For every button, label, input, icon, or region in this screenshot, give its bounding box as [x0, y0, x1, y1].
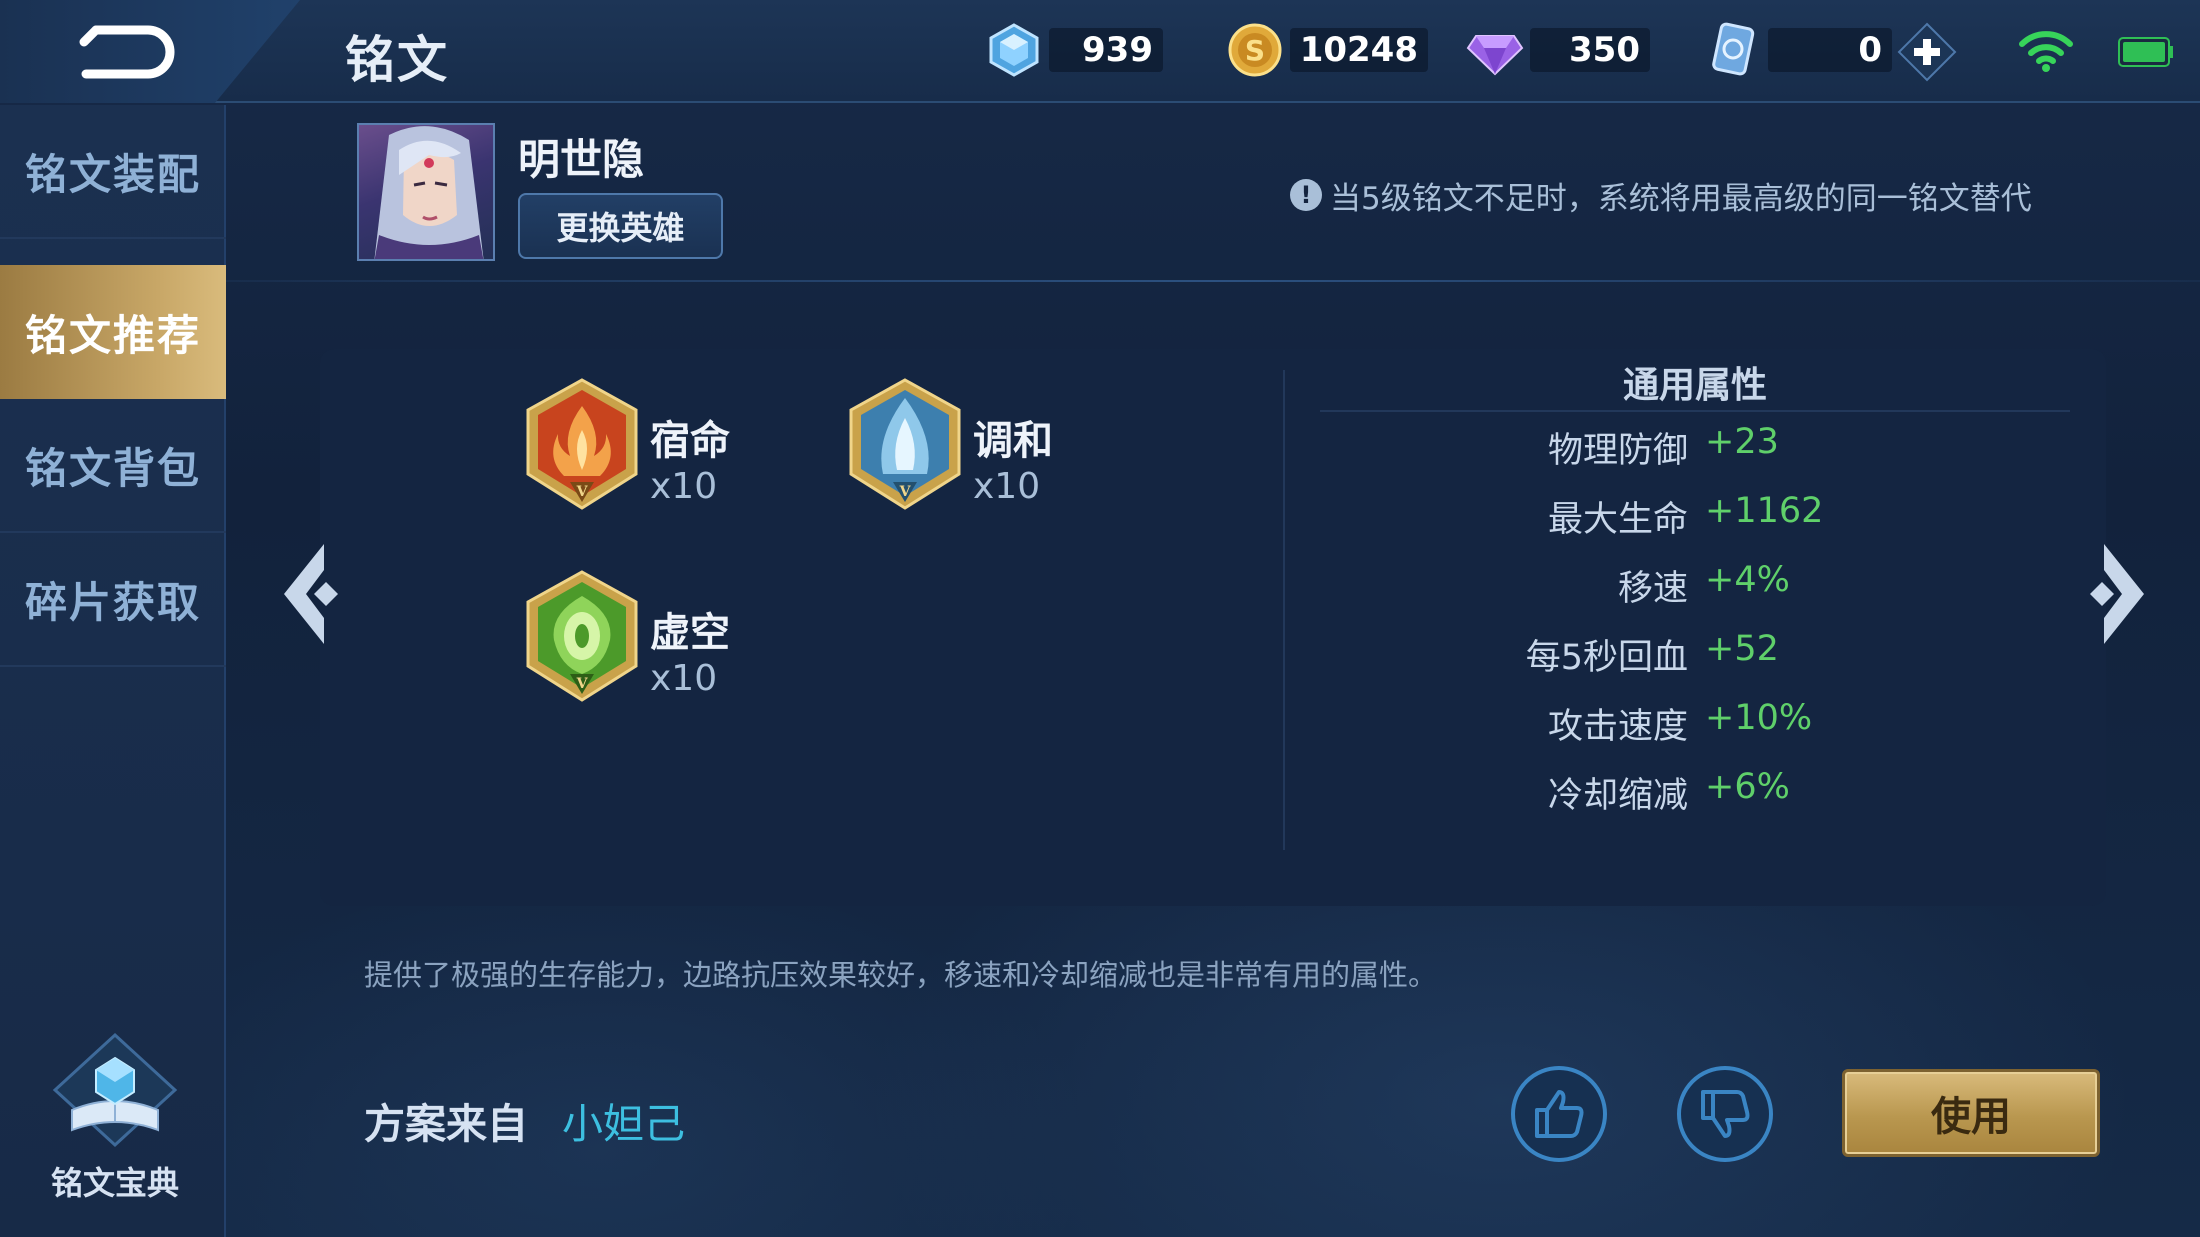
stat-row: 物理防御 +23	[1300, 422, 2000, 478]
rune-notice: ! 当5级铭文不足时，系统将用最高级的同一铭文替代	[1290, 173, 2032, 217]
stat-label: 物理防御	[1547, 431, 1688, 471]
info-icon: !	[1290, 179, 1322, 211]
back-arrow-icon	[79, 25, 175, 79]
hero-portrait	[374, 126, 484, 259]
sidebar-item-rune-recommend[interactable]: 铭文推荐	[0, 265, 226, 399]
crystal-count: 939	[1049, 28, 1163, 72]
rune-count: x10	[650, 658, 718, 699]
change-hero-label: 更换英雄	[556, 209, 685, 247]
svg-text:V: V	[899, 484, 912, 500]
gold-coin-icon: S	[1226, 21, 1284, 79]
source-author-link[interactable]: 小妲己	[562, 1090, 685, 1150]
stat-label: 每5秒回血	[1525, 638, 1688, 678]
svg-text:S: S	[1245, 34, 1265, 67]
stat-row: 最大生命 +1162	[1300, 491, 2000, 547]
back-button[interactable]	[0, 0, 300, 103]
stat-row: 每5秒回血 +52	[1300, 629, 2000, 685]
use-button-label: 使用	[1931, 1094, 2011, 1140]
rune-count: x10	[650, 466, 718, 507]
rune-screen: 铭文 939 S 10248 350 0 铭文装配 铭文推荐 铭文背包 碎片获取…	[0, 0, 2200, 1237]
sidebar-item-fragment-obtain[interactable]: 碎片获取	[0, 533, 226, 667]
rune-count: x10	[973, 466, 1041, 507]
diamond-count: 350	[1530, 28, 1650, 72]
crystal-icon	[985, 21, 1043, 79]
stat-row: 冷却缩减 +6%	[1300, 767, 2000, 823]
panel-divider	[1283, 370, 1285, 850]
plan-description: 提供了极强的生存能力，边路抗压效果较好，移速和冷却缩减也是非常有用的属性。	[364, 958, 1438, 992]
like-button[interactable]	[1511, 1066, 1607, 1162]
rune-name: 宿命	[650, 418, 730, 464]
stat-label: 攻击速度	[1547, 707, 1688, 747]
sidebar-item-label: 铭文推荐	[24, 310, 201, 360]
stat-value: +10%	[1705, 698, 1813, 738]
stat-value: +23	[1705, 422, 1779, 462]
rune-item[interactable]: V 宿命 x10	[522, 378, 882, 518]
sidebar-item-label: 碎片获取	[24, 577, 201, 627]
rune-item[interactable]: V 调和 x10	[845, 378, 1205, 518]
stat-value: +1162	[1705, 491, 1824, 531]
hero-avatar[interactable]	[357, 123, 495, 261]
next-arrow-icon[interactable]	[2076, 540, 2152, 648]
stat-value: +52	[1705, 629, 1779, 669]
codex-label: 铭文宝典	[50, 1164, 179, 1202]
change-hero-button[interactable]: 更换英雄	[518, 193, 723, 259]
resource-crystal: 939	[985, 20, 1163, 80]
stat-label: 移速	[1617, 569, 1688, 609]
top-bar: 铭文 939 S 10248 350 0	[0, 0, 2200, 103]
voucher-count: 0	[1768, 28, 1892, 72]
stat-row: 攻击速度 +10%	[1300, 698, 2000, 754]
rune-name: 虚空	[650, 610, 730, 656]
stat-label: 冷却缩减	[1547, 776, 1688, 816]
stat-value: +4%	[1705, 560, 1790, 600]
stat-row: 移速 +4%	[1300, 560, 2000, 616]
codex-book-icon	[52, 1032, 178, 1148]
thumbs-up-icon	[1535, 1090, 1584, 1138]
use-button[interactable]: 使用	[1842, 1069, 2100, 1157]
wifi-icon	[2019, 31, 2073, 72]
resource-diamond: 350	[1466, 20, 1650, 80]
blue-rune-icon: V	[849, 378, 961, 510]
resource-voucher: 0	[1704, 20, 1892, 80]
dislike-button[interactable]	[1677, 1066, 1773, 1162]
sidebar-item-rune-equip[interactable]: 铭文装配	[0, 105, 226, 239]
stats-title: 通用属性	[1320, 356, 2070, 412]
stat-label: 最大生命	[1547, 500, 1688, 540]
gold-count: 10248	[1290, 28, 1428, 72]
svg-text:V: V	[576, 676, 589, 692]
sidebar-item-rune-bag[interactable]: 铭文背包	[0, 399, 226, 533]
voucher-icon	[1704, 21, 1762, 79]
green-rune-icon: V	[526, 570, 638, 702]
resource-gold: S 10248	[1226, 20, 1428, 80]
battery-icon	[2118, 37, 2173, 67]
diamond-icon	[1466, 21, 1524, 79]
thumbs-down-icon	[1701, 1090, 1750, 1138]
rune-item[interactable]: V 虚空 x10	[522, 570, 882, 710]
header-divider	[226, 280, 2200, 282]
prev-arrow-icon[interactable]	[276, 540, 352, 648]
recharge-plus-button[interactable]	[1897, 22, 1957, 82]
source-label: 方案来自	[364, 1100, 528, 1148]
rune-codex-button[interactable]: 铭文宝典	[30, 1030, 200, 1210]
sidebar-item-label: 铭文背包	[24, 443, 201, 493]
stat-value: +6%	[1705, 767, 1790, 807]
plus-icon	[1897, 22, 1957, 82]
svg-text:V: V	[576, 484, 589, 500]
rune-name: 调和	[973, 418, 1053, 464]
page-title: 铭文	[345, 31, 449, 89]
hero-name: 明世隐	[518, 135, 645, 184]
notice-text: 当5级铭文不足时，系统将用最高级的同一铭文替代	[1330, 180, 2032, 217]
red-rune-icon: V	[526, 378, 638, 510]
sidebar-item-label: 铭文装配	[24, 149, 201, 199]
